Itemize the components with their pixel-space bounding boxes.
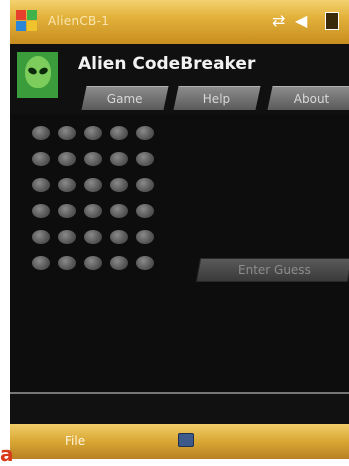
peg-slot[interactable]	[58, 230, 76, 244]
peg-slot[interactable]	[58, 126, 76, 140]
title-bar: AlienCB-1 ⇄ ◀	[10, 0, 349, 44]
peg-slot[interactable]	[84, 204, 102, 218]
app-header: Alien CodeBreaker Game Help About	[10, 44, 349, 114]
tab-about[interactable]: About	[267, 86, 349, 110]
peg-slot[interactable]	[136, 126, 154, 140]
tab-help[interactable]: Help	[173, 86, 261, 110]
peg-slot[interactable]	[110, 256, 128, 270]
enter-guess-label: Enter Guess	[237, 263, 311, 277]
connectivity-icon[interactable]: ⇄	[272, 12, 285, 30]
peg-slot[interactable]	[136, 204, 154, 218]
peg-slot[interactable]	[110, 178, 128, 192]
peg-slot[interactable]	[58, 178, 76, 192]
app-title: Alien CodeBreaker	[78, 54, 256, 74]
tab-game[interactable]: Game	[81, 86, 169, 110]
bottom-menu-bar: File	[10, 424, 349, 459]
keyboard-icon[interactable]	[178, 433, 194, 447]
board-divider	[10, 392, 349, 394]
peg-slot[interactable]	[110, 230, 128, 244]
peg-slot[interactable]	[58, 204, 76, 218]
enter-guess-button[interactable]: Enter Guess	[195, 258, 349, 282]
peg-slot[interactable]	[32, 230, 50, 244]
peg-slot[interactable]	[136, 178, 154, 192]
peg-slot[interactable]	[136, 230, 154, 244]
peg-slot[interactable]	[32, 204, 50, 218]
window-title: AlienCB-1	[48, 14, 110, 28]
battery-icon[interactable]	[325, 12, 339, 30]
peg-slot[interactable]	[84, 152, 102, 166]
peg-slot[interactable]	[110, 204, 128, 218]
tab-game-label: Game	[106, 92, 143, 106]
peg-slot[interactable]	[32, 152, 50, 166]
peg-slot[interactable]	[84, 178, 102, 192]
start-menu-icon[interactable]	[16, 10, 38, 32]
peg-slot[interactable]	[32, 178, 50, 192]
peg-slot[interactable]	[84, 256, 102, 270]
peg-slot[interactable]	[84, 126, 102, 140]
peg-slot[interactable]	[84, 230, 102, 244]
device-screen: AlienCB-1 ⇄ ◀ Alien CodeBreaker Game Hel…	[10, 0, 349, 459]
peg-slot[interactable]	[136, 152, 154, 166]
alien-avatar-icon	[17, 52, 58, 98]
peg-slot[interactable]	[110, 126, 128, 140]
game-board: Enter Guess	[10, 114, 349, 394]
peg-slot[interactable]	[32, 256, 50, 270]
peg-slot[interactable]	[110, 152, 128, 166]
peg-slot[interactable]	[58, 152, 76, 166]
volume-icon[interactable]: ◀	[295, 12, 307, 30]
peg-slot[interactable]	[136, 256, 154, 270]
corner-mark: a	[0, 442, 14, 466]
peg-slot[interactable]	[32, 126, 50, 140]
tab-about-label: About	[294, 92, 330, 106]
file-menu[interactable]: File	[65, 434, 85, 448]
tab-help-label: Help	[203, 92, 231, 106]
peg-slot[interactable]	[58, 256, 76, 270]
